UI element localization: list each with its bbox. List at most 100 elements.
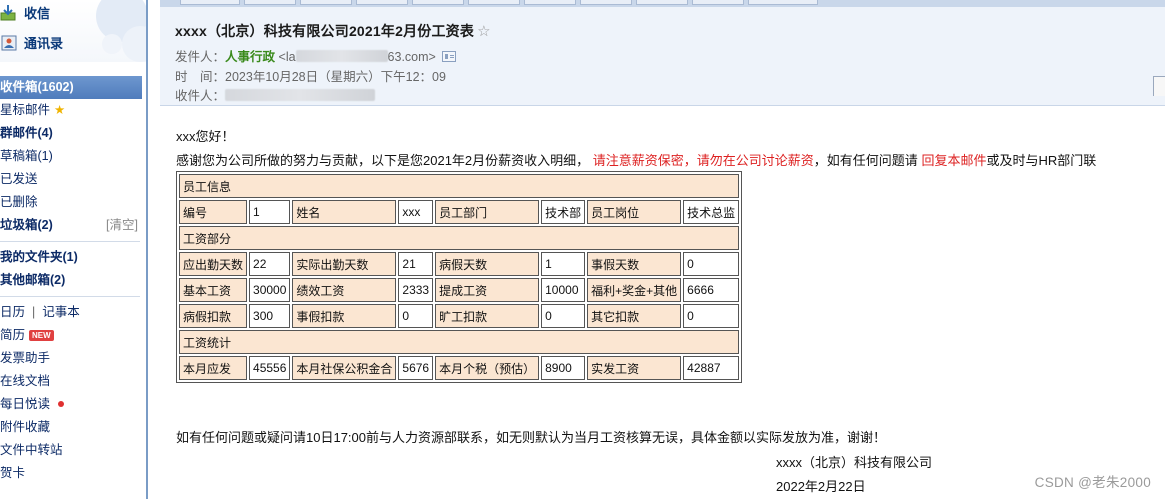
cell-value: 5676	[398, 356, 434, 380]
sender-address-start: <la	[278, 50, 296, 64]
star-icon: ★	[54, 103, 66, 117]
divider	[0, 296, 140, 297]
folder-spam[interactable]: 垃圾箱(2) [清空]	[0, 214, 146, 237]
sender-row: 发件人：人事行政 <la 63.com>	[175, 46, 456, 65]
toolbar-button[interactable]	[468, 0, 520, 5]
cell-value: 300	[249, 304, 291, 328]
cell-label: 病假扣款	[179, 304, 248, 328]
notes-link[interactable]: 记事本	[42, 305, 80, 319]
toolbar-button[interactable]	[300, 0, 352, 5]
online-docs-label: 在线文档	[0, 374, 51, 388]
cell-value: 21	[398, 252, 434, 276]
tool-attachments[interactable]: 附件收藏	[0, 416, 146, 439]
cell-label: 员工部门	[435, 200, 540, 224]
reply-hint: 回复本邮件	[921, 153, 987, 168]
cell-value: 42887	[683, 356, 740, 380]
tool-greeting-card[interactable]: 贺卡	[0, 462, 146, 485]
tool-invoice-helper[interactable]: 发票助手	[0, 347, 146, 370]
cell-value: 8900	[541, 356, 586, 380]
intro-text: ，如有任何问题请	[813, 153, 918, 168]
table-row: 应出勤天数 22 实际出勤天数 21 病假天数 1 事假天数 0	[179, 252, 740, 276]
other-mailboxes[interactable]: 其他邮箱(2)	[0, 269, 146, 292]
section-header: 工资统计	[179, 330, 740, 354]
toolbar-button[interactable]	[580, 0, 632, 5]
cell-value: 6666	[683, 278, 740, 302]
time-row: 时 间：2023年10月28日（星期六）下午12：09	[175, 66, 446, 85]
my-folders[interactable]: 我的文件夹(1)	[0, 246, 146, 269]
section-header: 工资部分	[179, 226, 740, 250]
cell-label: 病假天数	[435, 252, 540, 276]
cell-value: 0	[398, 304, 434, 328]
cell-value: 30000	[249, 278, 291, 302]
toolbar-button[interactable]	[524, 0, 576, 5]
table-row: 病假扣款 300 事假扣款 0 旷工扣款 0 其它扣款 0	[179, 304, 740, 328]
folder-drafts[interactable]: 草稿箱(1)	[0, 145, 146, 168]
greeting-text: xxx您好！	[176, 129, 235, 144]
toolbar-button[interactable]	[180, 0, 240, 5]
tool-online-docs[interactable]: 在线文档	[0, 370, 146, 393]
contact-card-icon[interactable]	[441, 51, 456, 62]
folder-label: 已发送	[0, 172, 38, 186]
cell-label: 本月个税（预估）	[435, 356, 540, 380]
intro-text: 或及时与HR部门联	[986, 153, 1097, 168]
folder-label: 收件箱(1602)	[0, 80, 74, 94]
empty-spam-link[interactable]: [清空]	[106, 214, 138, 237]
tool-daily-reading[interactable]: 每日悦读	[0, 393, 146, 416]
address-book-icon	[1, 35, 17, 51]
salary-table: 员工信息 编号 1 姓名 xxx 员工部门 技术部 员工岗位 技术总监 工资部分…	[176, 171, 743, 383]
star-outline-icon[interactable]: ☆	[477, 23, 491, 40]
folder-deleted[interactable]: 已删除	[0, 191, 146, 214]
closing-paragraph: 如有任何问题或疑问请10日17:00前与人力资源部联系，如无则默认为当月工资核算…	[176, 430, 886, 445]
tool-separator: |	[32, 305, 36, 319]
folder-label: 星标邮件	[0, 103, 51, 117]
my-folders-label: 我的文件夹(1)	[0, 250, 78, 264]
folder-label: 垃圾箱(2)	[0, 218, 53, 232]
address-book-link[interactable]: 通讯录	[0, 33, 63, 55]
daily-reading-label: 每日悦读	[0, 397, 51, 411]
cell-label: 姓名	[292, 200, 397, 224]
section-header: 员工信息	[179, 174, 740, 198]
watermark-text: CSDN @老朱2000	[1034, 475, 1151, 490]
time-label: 时 间：	[175, 70, 226, 84]
new-badge: NEW	[29, 330, 54, 341]
folder-sent[interactable]: 已发送	[0, 168, 146, 191]
sidebar: 收信 通讯录 收件箱(1602) 星标邮件 ★ 群邮件(4) 草稿箱(1) 已发送…	[0, 0, 148, 499]
time-value: 2023年10月28日（星期六）下午12：09	[225, 70, 446, 84]
table-row: 本月应发 45556 本月社保公积金合 5676 本月个税（预估） 8900 实…	[179, 356, 740, 380]
cell-label: 员工岗位	[587, 200, 682, 224]
other-mailboxes-label: 其他邮箱(2)	[0, 273, 66, 287]
toolbar-button[interactable]	[748, 0, 818, 5]
sender-name[interactable]: 人事行政	[225, 50, 275, 64]
tool-resume[interactable]: 简历 NEW	[0, 324, 146, 347]
company-signature: xxxx（北京）科技有限公司	[776, 455, 933, 470]
unread-dot-icon	[58, 401, 65, 407]
cell-label: 本月社保公积金合	[292, 356, 397, 380]
signature-date: 2022年2月22日	[776, 479, 866, 494]
mail-header: xxxx（北京）科技有限公司2021年2月份工资表 ☆ 发件人：人事行政 <la 6…	[160, 7, 1165, 106]
tool-file-transfer[interactable]: 文件中转站	[0, 439, 146, 462]
greeting-card-label: 贺卡	[0, 466, 26, 480]
folder-list: 收件箱(1602) 星标邮件 ★ 群邮件(4) 草稿箱(1) 已发送 已删除 垃圾…	[0, 76, 146, 485]
scrollbar[interactable]	[1153, 76, 1165, 96]
folder-inbox[interactable]: 收件箱(1602)	[0, 76, 142, 99]
folder-group-mail[interactable]: 群邮件(4)	[0, 122, 146, 145]
folder-starred[interactable]: 星标邮件 ★	[0, 99, 146, 122]
toolbar-button[interactable]	[412, 0, 464, 5]
resume-label: 简历	[0, 328, 26, 342]
sender-label: 发件人：	[175, 50, 226, 64]
toolbar-button[interactable]	[636, 0, 688, 5]
calendar-link[interactable]: 日历	[0, 305, 25, 319]
toolbar-button[interactable]	[692, 0, 744, 5]
toolbar-button[interactable]	[244, 0, 296, 5]
receive-mail-link[interactable]: 收信	[0, 3, 50, 25]
mail-client: 收信 通讯录 收件箱(1602) 星标邮件 ★ 群邮件(4) 草稿箱(1) 已发送…	[0, 0, 1165, 499]
cell-label: 编号	[179, 200, 248, 224]
intro-text: 感谢您为公司所做的努力与贡献，以下是您2021年2月份薪资收入明细，	[176, 153, 590, 168]
cell-label: 实际出勤天数	[292, 252, 397, 276]
table-row: 编号 1 姓名 xxx 员工部门 技术部 员工岗位 技术总监	[179, 200, 740, 224]
toolbar-button[interactable]	[356, 0, 408, 5]
folder-label: 群邮件(4)	[0, 126, 53, 140]
invoice-helper-label: 发票助手	[0, 351, 51, 365]
folder-label: 已删除	[0, 195, 38, 209]
intro-paragraph: 感谢您为公司所做的努力与贡献，以下是您2021年2月份薪资收入明细， 请注意薪资…	[176, 150, 1096, 169]
